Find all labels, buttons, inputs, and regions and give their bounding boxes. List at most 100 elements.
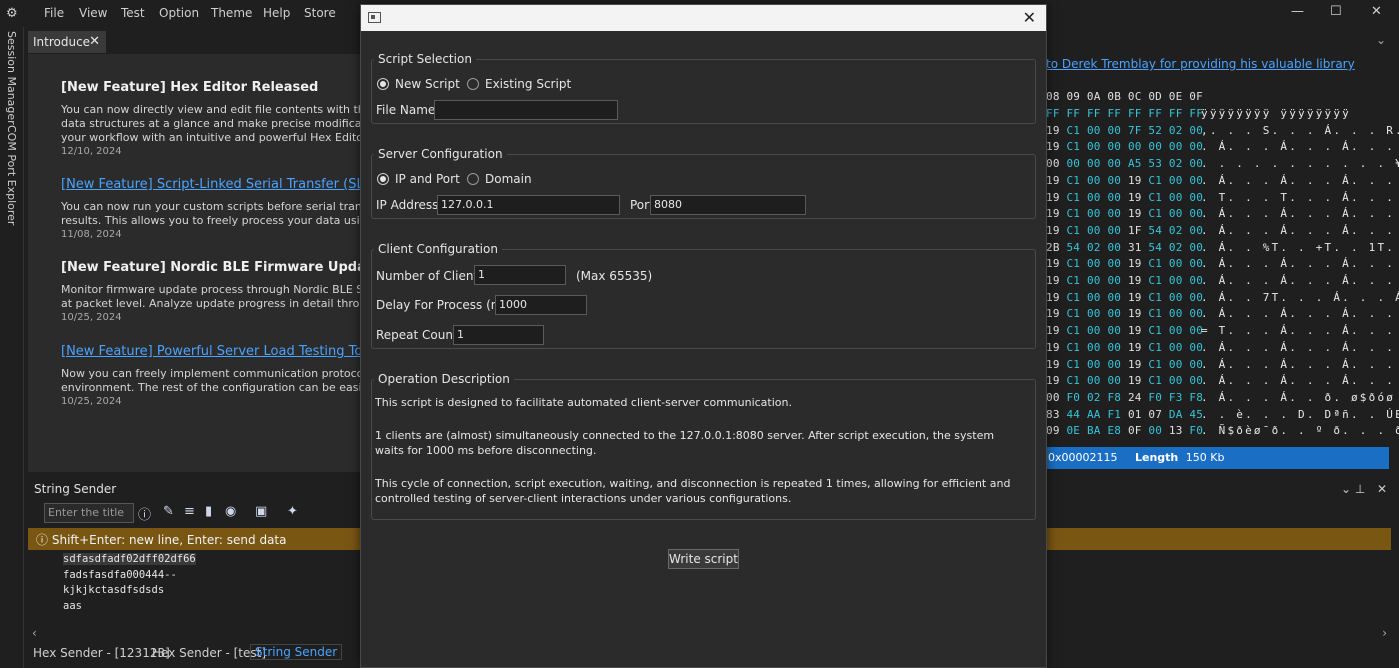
hex-byte[interactable]: 31 (1128, 241, 1142, 254)
maximize-button[interactable]: ☐ (1330, 4, 1342, 19)
hex-byte[interactable]: 09 (1046, 424, 1060, 437)
hex-byte[interactable]: 00 (1107, 274, 1121, 287)
hex-byte[interactable]: C1 (1066, 341, 1080, 354)
tab-hex-sender-123123[interactable]: Hex Sender - [123123] (33, 646, 170, 660)
session-manager-tab[interactable]: Session Manager (5, 31, 18, 125)
hex-byte[interactable]: 19 (1128, 191, 1142, 204)
hex-byte[interactable]: C1 (1066, 174, 1080, 187)
hex-byte[interactable]: 00 (1107, 224, 1121, 237)
hex-byte[interactable]: FF (1169, 107, 1183, 120)
hex-byte[interactable]: F0 (1148, 391, 1162, 404)
port-input[interactable]: 8080 (650, 195, 806, 215)
hex-byte[interactable]: 00 (1107, 124, 1121, 137)
hex-byte[interactable]: 19 (1128, 358, 1142, 371)
hex-byte[interactable]: 00 (1107, 174, 1121, 187)
hex-byte[interactable]: 19 (1046, 257, 1060, 270)
hex-byte[interactable]: 19 (1046, 358, 1060, 371)
hex-byte[interactable]: F0 (1066, 391, 1080, 404)
hex-byte[interactable]: C1 (1066, 374, 1080, 387)
hex-byte[interactable]: 00 (1107, 291, 1121, 304)
hex-byte[interactable]: 7F (1128, 124, 1142, 137)
filter-icon[interactable]: ≡ (184, 504, 195, 519)
hex-byte[interactable]: AA (1087, 408, 1101, 421)
string-sender-editor[interactable]: sdfasdfadf02dff02df66 fadsfasdfa000444--… (28, 550, 360, 626)
hex-byte[interactable]: C1 (1066, 207, 1080, 220)
hex-byte[interactable]: E8 (1107, 424, 1121, 437)
hex-byte[interactable]: C1 (1148, 207, 1162, 220)
hex-byte[interactable]: DA (1169, 408, 1183, 421)
hex-byte[interactable]: 19 (1128, 374, 1142, 387)
hex-byte[interactable]: 19 (1128, 274, 1142, 287)
hex-byte[interactable]: 19 (1128, 341, 1142, 354)
hex-byte[interactable]: 02 (1087, 241, 1101, 254)
right-scrollbar[interactable]: › (1046, 626, 1391, 641)
hex-byte[interactable]: 53 (1148, 157, 1162, 170)
write-script-button[interactable]: Write script (668, 549, 739, 569)
hex-byte[interactable]: 52 (1148, 124, 1162, 137)
hex-byte[interactable]: 02 (1169, 157, 1183, 170)
hex-byte[interactable]: 00 (1107, 257, 1121, 270)
hex-byte[interactable]: 2B (1046, 241, 1060, 254)
horizontal-scrollbar[interactable]: ‹ (28, 626, 360, 641)
hex-byte[interactable]: 00 (1087, 374, 1101, 387)
edit-icon[interactable]: ✎ (163, 504, 174, 519)
hex-byte[interactable]: 00 (1169, 207, 1183, 220)
hex-byte[interactable]: 00 (1169, 358, 1183, 371)
hex-byte[interactable]: FF (1128, 107, 1142, 120)
hex-byte[interactable]: C1 (1148, 324, 1162, 337)
hex-byte[interactable]: 83 (1046, 408, 1060, 421)
hex-byte[interactable]: C1 (1148, 341, 1162, 354)
hex-byte[interactable]: 00 (1169, 174, 1183, 187)
hex-byte[interactable]: 0E (1066, 424, 1080, 437)
hex-byte[interactable]: 19 (1046, 140, 1060, 153)
pin-icon[interactable]: ⌄ ⊥ (1341, 482, 1365, 496)
hex-editor[interactable]: 08 09 0A 0B 0C 0D 0E 0F FF FF FF FF FF F… (1046, 84, 1399, 444)
file-name-input[interactable] (434, 100, 618, 120)
hex-byte[interactable]: C1 (1148, 191, 1162, 204)
hex-byte[interactable]: 19 (1046, 191, 1060, 204)
menu-theme[interactable]: Theme (211, 6, 252, 20)
hex-byte[interactable]: 19 (1128, 207, 1142, 220)
hex-byte[interactable]: FF (1046, 107, 1060, 120)
news-link[interactable]: [New Feature] Powerful Server Load Testi… (61, 344, 360, 359)
hex-byte[interactable]: 00 (1087, 157, 1101, 170)
hex-byte[interactable]: 54 (1066, 241, 1080, 254)
hex-byte[interactable]: 54 (1148, 241, 1162, 254)
news-link[interactable]: [New Feature] Script-Linked Serial Trans… (61, 177, 360, 192)
hex-byte[interactable]: A5 (1128, 157, 1142, 170)
hex-byte[interactable]: 00 (1169, 341, 1183, 354)
hex-byte[interactable]: 00 (1087, 207, 1101, 220)
hex-byte[interactable]: 00 (1087, 307, 1101, 320)
hex-byte[interactable]: 00 (1169, 274, 1183, 287)
new-script-radio[interactable]: New Script (377, 77, 460, 91)
hex-byte[interactable]: 00 (1107, 207, 1121, 220)
hex-byte[interactable]: 00 (1169, 324, 1183, 337)
hex-byte[interactable]: 00 (1087, 291, 1101, 304)
scroll-right-icon[interactable]: › (1382, 626, 1387, 640)
hex-byte[interactable]: 00 (1107, 324, 1121, 337)
hex-byte[interactable]: 00 (1107, 307, 1121, 320)
hex-byte[interactable]: 0F (1128, 424, 1142, 437)
hex-byte[interactable]: 19 (1046, 274, 1060, 287)
hex-byte[interactable]: 00 (1046, 157, 1060, 170)
hex-byte[interactable]: 00 (1169, 140, 1183, 153)
com-port-explorer-tab[interactable]: COM Port Explorer (5, 125, 18, 225)
hex-byte[interactable]: 00 (1087, 358, 1101, 371)
hex-byte[interactable]: BA (1087, 424, 1101, 437)
hex-byte[interactable]: 19 (1128, 291, 1142, 304)
number-of-clients-input[interactable]: 1 (474, 265, 566, 285)
hex-byte[interactable]: 00 (1087, 274, 1101, 287)
minimize-button[interactable]: — (1291, 4, 1304, 19)
bookmark-icon[interactable]: ▮ (205, 504, 212, 519)
hex-byte[interactable]: F8 (1107, 391, 1121, 404)
hex-byte[interactable]: 00 (1169, 374, 1183, 387)
hex-byte[interactable]: C1 (1066, 324, 1080, 337)
globe-icon[interactable]: ◉ (225, 504, 236, 519)
hex-byte[interactable]: C1 (1148, 374, 1162, 387)
hex-byte[interactable]: C1 (1148, 274, 1162, 287)
menu-view[interactable]: View (79, 6, 107, 20)
hex-byte[interactable]: 00 (1169, 307, 1183, 320)
hex-byte[interactable]: 00 (1107, 157, 1121, 170)
hex-byte[interactable]: 19 (1046, 324, 1060, 337)
hex-byte[interactable]: 24 (1128, 391, 1142, 404)
